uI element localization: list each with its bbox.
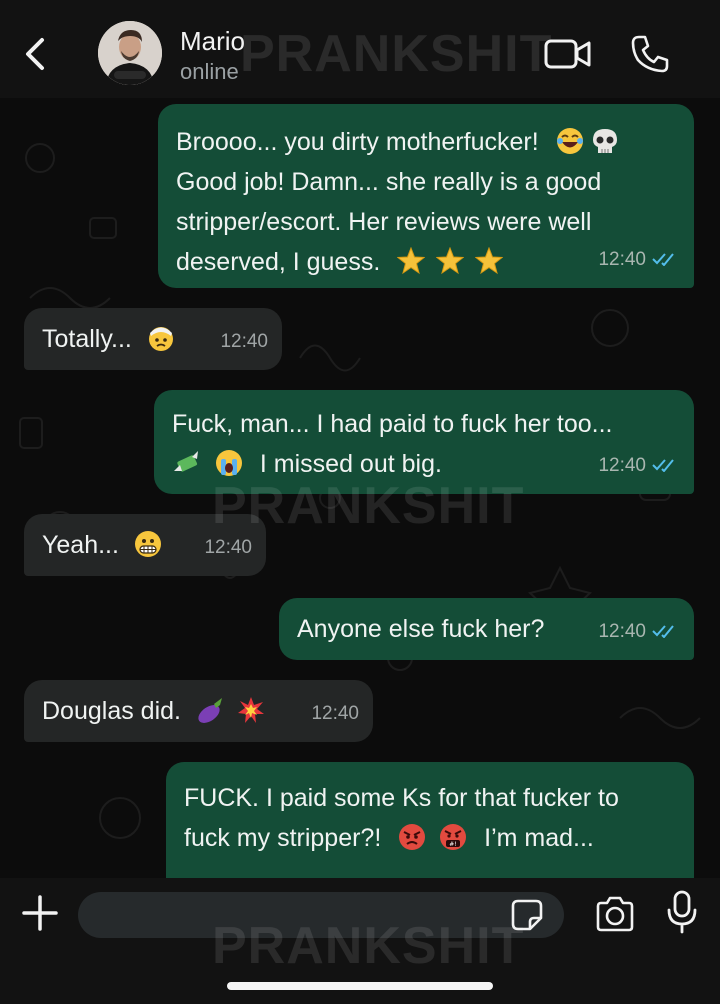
chevron-left-icon xyxy=(26,38,44,70)
watermark: PRANKSHIT xyxy=(240,25,553,83)
camera-icon xyxy=(596,896,634,932)
message-meta: 12:40 xyxy=(220,322,268,362)
sticker-icon xyxy=(511,899,543,931)
message-text: Yeah... xyxy=(42,531,119,559)
message-time: 12:40 xyxy=(598,455,646,476)
svg-text:#!: #! xyxy=(449,841,456,848)
message-text: Good job! Damn... she really is a good xyxy=(176,168,602,196)
collision-emoji xyxy=(237,696,265,724)
message-meta: 12:40 xyxy=(598,240,680,280)
message-meta: 12:40 xyxy=(311,694,359,734)
message-time: 12:40 xyxy=(311,703,359,724)
message-input[interactable] xyxy=(78,892,564,938)
sticker-button[interactable] xyxy=(510,898,544,932)
message-text: Totally... xyxy=(42,325,132,353)
avatar[interactable] xyxy=(98,21,162,85)
plus-icon xyxy=(22,895,58,931)
message-bubble-outgoing[interactable]: FUCK. I paid some Ks for that fucker to … xyxy=(166,762,694,878)
back-button[interactable] xyxy=(20,36,52,72)
chat-area[interactable]: Broooo... you dirty motherfucker! Good j… xyxy=(0,98,720,878)
chat-header: Mario online PRANKSHIT xyxy=(0,0,720,98)
eggplant-emoji xyxy=(196,696,224,724)
message-text: I’m mad... xyxy=(484,824,594,852)
message-text: I missed out big. xyxy=(259,450,442,478)
money-wings-emoji xyxy=(172,449,200,477)
message-text: FUCK. I paid some Ks for that fucker to xyxy=(184,784,619,812)
message-meta: 12:40 xyxy=(598,612,680,652)
home-indicator[interactable] xyxy=(227,982,493,990)
message-time: 12:40 xyxy=(598,621,646,642)
grimacing-emoji xyxy=(134,530,162,558)
message-time: 12:40 xyxy=(204,537,252,558)
star-emoji xyxy=(396,246,426,275)
avatar-image xyxy=(98,21,162,85)
message-bubble-incoming[interactable]: Yeah... 12:40 xyxy=(24,514,266,576)
message-text: Broooo... you dirty motherfucker! xyxy=(176,128,539,156)
message-text: deserved, I guess. xyxy=(176,248,381,276)
video-call-button[interactable] xyxy=(544,36,592,72)
message-text: Fuck, man... I had paid to fuck her too.… xyxy=(172,410,613,438)
contact-name[interactable]: Mario xyxy=(180,26,245,57)
attach-button[interactable] xyxy=(20,893,60,933)
star-emoji xyxy=(435,246,465,275)
angry-emoji xyxy=(398,823,426,851)
double-check-icon xyxy=(652,253,674,266)
message-bubble-outgoing[interactable]: Anyone else fuck her? 12:40 xyxy=(279,598,694,660)
skull-emoji xyxy=(591,127,619,155)
message-time: 12:40 xyxy=(220,331,268,352)
message-text: Douglas did. xyxy=(42,697,181,725)
head-bandage-emoji xyxy=(147,324,175,352)
message-bubble-outgoing[interactable]: Fuck, man... I had paid to fuck her too.… xyxy=(154,390,694,494)
crying-emoji xyxy=(215,449,243,477)
double-check-icon xyxy=(652,625,674,638)
voice-call-button[interactable] xyxy=(630,34,670,74)
message-meta: 12:40 xyxy=(598,446,680,486)
laughing-emoji xyxy=(556,127,584,155)
phone-icon xyxy=(631,35,669,73)
message-bubble-outgoing[interactable]: Broooo... you dirty motherfucker! Good j… xyxy=(158,104,694,288)
message-bubble-incoming[interactable]: Douglas did. 12:40 xyxy=(24,680,373,742)
contact-status: online xyxy=(180,59,239,84)
star-emoji xyxy=(474,246,504,275)
double-check-icon xyxy=(652,459,674,472)
message-meta: 12:40 xyxy=(204,528,252,568)
cursing-emoji: #! xyxy=(439,823,467,851)
camera-button[interactable] xyxy=(594,894,636,934)
message-text: fuck my stripper?! xyxy=(184,824,382,852)
microphone-button[interactable] xyxy=(664,890,700,934)
message-text: stripper/escort. Her reviews were well xyxy=(176,208,592,236)
message-time: 12:40 xyxy=(598,249,646,270)
microphone-icon xyxy=(667,890,697,934)
message-bubble-incoming[interactable]: Totally... 12:40 xyxy=(24,308,282,370)
video-camera-icon xyxy=(544,39,591,69)
